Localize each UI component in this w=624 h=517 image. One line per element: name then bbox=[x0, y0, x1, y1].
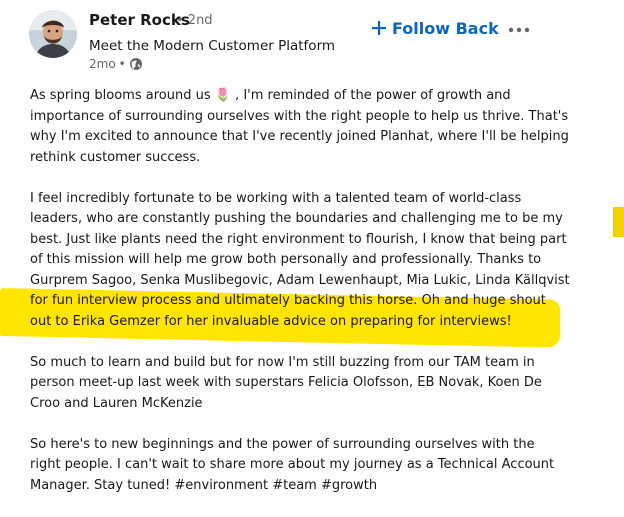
follow-back-button[interactable]: Follow Back bbox=[372, 14, 499, 42]
post-line: why I'm excited to announce that I've re… bbox=[30, 129, 569, 144]
post-line: for fun interview process and ultimately… bbox=[30, 291, 550, 312]
post-line: So much to learn and build but for now I… bbox=[30, 354, 535, 370]
post-line: importance of surrounding ourselves with… bbox=[30, 108, 569, 124]
three-dots-icon bbox=[508, 27, 530, 33]
author-headline: Meet the Modern Customer Platform bbox=[89, 38, 336, 54]
profile-photo bbox=[29, 10, 77, 58]
highlighted-line: out to Erika Gemzer for her invaluable a… bbox=[30, 313, 512, 329]
avatar[interactable] bbox=[29, 10, 77, 58]
post-line: So here's to new beginnings and the powe… bbox=[30, 436, 535, 452]
highlighted-text: Oh and huge shout bbox=[421, 293, 546, 308]
highlight-mark bbox=[613, 207, 624, 237]
post-meta: 2mo • bbox=[89, 56, 143, 72]
post-paragraph-3: So much to learn and build but for now I… bbox=[30, 353, 550, 415]
post-paragraph-4: So here's to new beginnings and the powe… bbox=[30, 435, 555, 497]
connection-degree: • 2nd bbox=[176, 13, 213, 28]
post-line: right people. I can't wait to share more… bbox=[30, 457, 555, 472]
post-time: 2mo bbox=[89, 57, 116, 71]
post-line: person meet-up last week with superstars… bbox=[30, 375, 542, 390]
post-paragraph-1: As spring blooms around us 🌷 , I'm remin… bbox=[30, 86, 569, 168]
post-line: Manager. Stay tuned! #environment #team … bbox=[30, 476, 550, 497]
post-line: leaders, who are constantly pushing the … bbox=[30, 211, 563, 226]
author-name[interactable]: Peter Rocks bbox=[89, 11, 190, 29]
post-line-text: Manager. Stay tuned! bbox=[30, 477, 171, 493]
post-line: rethink customer success. bbox=[30, 149, 201, 165]
hashtag-link[interactable]: #team bbox=[272, 478, 317, 493]
post-line: As spring blooms around us 🌷 , I'm remin… bbox=[30, 88, 511, 103]
post-line: I feel incredibly fortunate to be workin… bbox=[30, 190, 522, 206]
more-options-button[interactable] bbox=[502, 18, 536, 42]
post-line: best. Just like plants need the right en… bbox=[30, 231, 567, 247]
follow-back-label: Follow Back bbox=[392, 18, 499, 38]
hashtag-link[interactable]: #environment bbox=[174, 478, 268, 493]
post-line: of this mission will help me grow both p… bbox=[30, 252, 542, 267]
globe-icon bbox=[129, 57, 143, 71]
plus-icon bbox=[372, 21, 386, 35]
post-body: As spring blooms around us 🌷 , I'm remin… bbox=[30, 86, 570, 517]
post-line: Gurprem Sagoo, Senka Muslibegovic, Adam … bbox=[30, 272, 570, 288]
hashtag-link[interactable]: #growth bbox=[321, 478, 377, 493]
meta-separator: • bbox=[118, 57, 126, 71]
post-line-text: for fun interview process and ultimately… bbox=[30, 293, 418, 308]
post-paragraph-2: I feel incredibly fortunate to be workin… bbox=[30, 189, 570, 333]
post-line: Croo and Lauren McKenzie bbox=[30, 395, 203, 411]
